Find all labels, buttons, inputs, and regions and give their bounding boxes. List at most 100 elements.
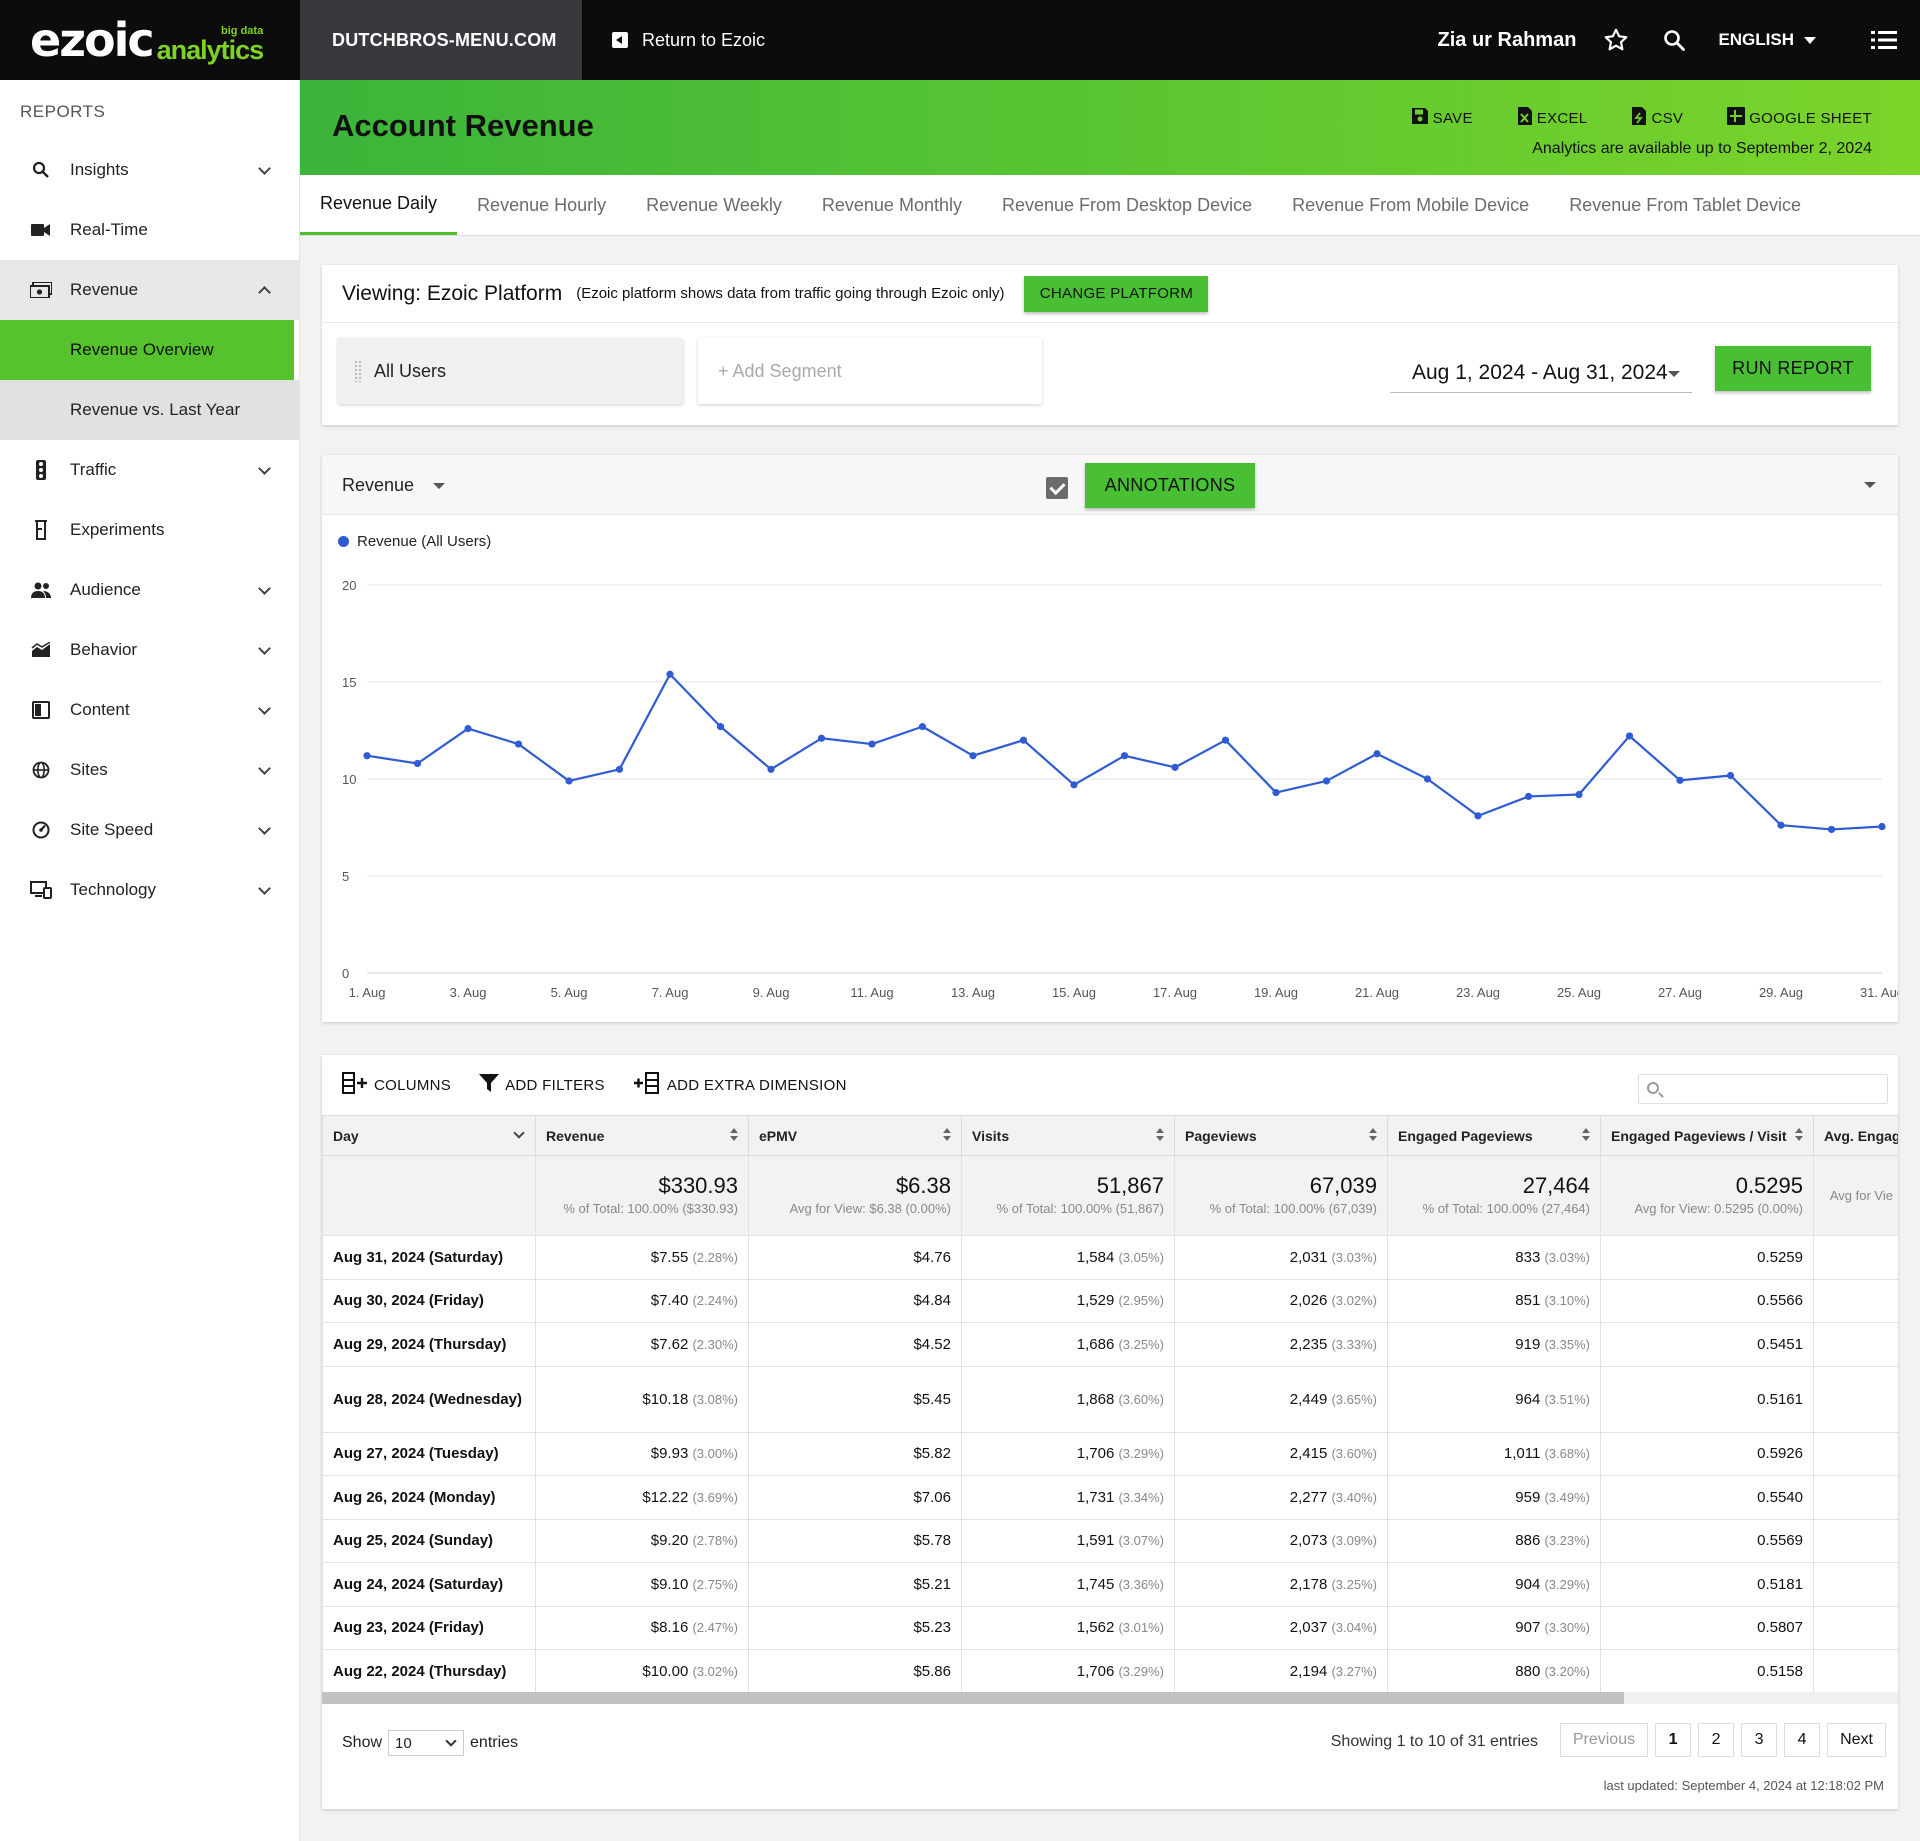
horizontal-scrollbar[interactable] bbox=[322, 1692, 1898, 1704]
tab-revenue-weekly[interactable]: Revenue Weekly bbox=[626, 175, 802, 235]
date-range-picker[interactable]: Aug 1, 2024 - Aug 31, 2024 bbox=[1390, 361, 1692, 393]
pagination-page[interactable]: 2 bbox=[1698, 1723, 1735, 1757]
header-label: Engaged Pageviews bbox=[1398, 1127, 1533, 1144]
sidebar-item-insights[interactable]: Insights bbox=[0, 140, 299, 200]
chart-legend[interactable]: Revenue (All Users) bbox=[338, 533, 491, 550]
cell-avg-engaged bbox=[1813, 1475, 1898, 1520]
column-header-day[interactable]: Day bbox=[322, 1115, 536, 1156]
table-row[interactable]: Aug 31, 2024 (Saturday) $7.55 (2.28%) $4.7… bbox=[322, 1235, 1898, 1280]
cell-visits: 1,706 (3.29%) bbox=[961, 1431, 1175, 1476]
cell-value: 1,591 bbox=[1076, 1532, 1115, 1550]
column-header-engaged-pageviews[interactable]: Engaged Pageviews bbox=[1387, 1115, 1601, 1156]
sidebar-item-site-speed[interactable]: Site Speed bbox=[0, 800, 299, 860]
return-label: Return to Ezoic bbox=[642, 29, 766, 50]
segment-all-users[interactable]: All Users bbox=[338, 338, 683, 404]
column-header-revenue[interactable]: Revenue bbox=[535, 1115, 749, 1156]
cell-pageviews: 2,037 (3.04%) bbox=[1174, 1605, 1388, 1650]
entries-label: entries bbox=[470, 1734, 519, 1751]
sidebar-item-content[interactable]: Content bbox=[0, 680, 299, 740]
caret-down-icon bbox=[1668, 371, 1680, 377]
table-row[interactable]: Aug 30, 2024 (Friday) $7.40 (2.24%) $4.84 1… bbox=[322, 1278, 1898, 1323]
sidebar-item-revenue[interactable]: Revenue bbox=[0, 260, 299, 320]
search-icon[interactable] bbox=[1660, 26, 1688, 54]
add-filters-button[interactable]: ADD FILTERS bbox=[479, 1073, 605, 1097]
cell-percent: (2.24%) bbox=[692, 1293, 738, 1309]
tab-revenue-desktop[interactable]: Revenue From Desktop Device bbox=[982, 175, 1272, 235]
run-report-button[interactable]: RUN REPORT bbox=[1715, 346, 1871, 391]
star-icon[interactable] bbox=[1602, 26, 1630, 54]
totals-cell: 27,464 % of Total: 100.00% (27,464) bbox=[1387, 1155, 1601, 1236]
cell-revenue: $8.16 (2.47%) bbox=[535, 1605, 749, 1650]
column-header-visits[interactable]: Visits bbox=[961, 1115, 1175, 1156]
tab-revenue-mobile[interactable]: Revenue From Mobile Device bbox=[1272, 175, 1549, 235]
pagination-page[interactable]: 3 bbox=[1741, 1723, 1778, 1757]
column-header-avg-engaged[interactable]: Avg. Engage bbox=[1813, 1115, 1898, 1156]
column-header-engaged-per-visit[interactable]: Engaged Pageviews / Visit bbox=[1600, 1115, 1814, 1156]
pagination-previous[interactable]: Previous bbox=[1559, 1723, 1649, 1757]
data-point bbox=[1726, 771, 1735, 780]
save-button[interactable]: SAVE bbox=[1411, 106, 1473, 130]
pagination-page[interactable]: 1 bbox=[1655, 1723, 1692, 1757]
sidebar-subitem-revenue-overview[interactable]: Revenue Overview bbox=[0, 320, 294, 380]
header-label: Revenue bbox=[546, 1127, 605, 1144]
cell-value: $8.16 bbox=[650, 1619, 689, 1637]
sidebar-item-experiments[interactable]: Experiments bbox=[0, 500, 299, 560]
table-row[interactable]: Aug 29, 2024 (Thursday) $7.62 (2.30%) $4.5… bbox=[322, 1322, 1898, 1367]
traffic-light-icon bbox=[30, 459, 52, 481]
cell-percent: (3.23%) bbox=[1544, 1533, 1590, 1549]
cell-epv: 0.5540 bbox=[1600, 1475, 1814, 1520]
list-menu-icon[interactable] bbox=[1870, 26, 1898, 54]
pagination-page[interactable]: 4 bbox=[1784, 1723, 1821, 1757]
pagination-next[interactable]: Next bbox=[1827, 1723, 1886, 1757]
add-extra-dimension-button[interactable]: ADD EXTRA DIMENSION bbox=[633, 1072, 847, 1098]
columns-button[interactable]: COLUMNS bbox=[342, 1072, 451, 1098]
language-selector[interactable]: ENGLISH bbox=[1718, 30, 1816, 50]
sidebar-item-behavior[interactable]: Behavior bbox=[0, 620, 299, 680]
tab-revenue-monthly[interactable]: Revenue Monthly bbox=[802, 175, 982, 235]
cell-pageviews: 2,415 (3.60%) bbox=[1174, 1431, 1388, 1476]
table-row[interactable]: Aug 27, 2024 (Tuesday) $9.93 (3.00%) $5.82… bbox=[322, 1431, 1898, 1476]
table-row[interactable]: Aug 26, 2024 (Monday) $12.22 (3.69%) $7.06… bbox=[322, 1475, 1898, 1520]
column-header-pageviews[interactable]: Pageviews bbox=[1174, 1115, 1388, 1156]
tab-revenue-hourly[interactable]: Revenue Hourly bbox=[457, 175, 626, 235]
return-to-ezoic-link[interactable]: Return to Ezoic bbox=[612, 30, 765, 51]
google-sheet-export-button[interactable]: GOOGLE SHEET bbox=[1727, 106, 1872, 130]
csv-export-button[interactable]: CSV bbox=[1631, 106, 1683, 130]
table-row[interactable]: Aug 22, 2024 (Thursday) $10.00 (3.02%) $5.… bbox=[322, 1649, 1898, 1694]
sidebar-item-technology[interactable]: Technology bbox=[0, 860, 299, 920]
table-row[interactable]: Aug 25, 2024 (Sunday) $9.20 (2.78%) $5.78 1… bbox=[322, 1518, 1898, 1563]
sidebar-item-traffic[interactable]: Traffic bbox=[0, 440, 299, 500]
cell-epmv: $5.78 bbox=[748, 1518, 962, 1563]
y-tick-label: 10 bbox=[342, 772, 356, 787]
cell-percent: (3.05%) bbox=[1118, 1249, 1164, 1265]
chevron-up-icon bbox=[258, 286, 271, 299]
scrollbar-thumb[interactable] bbox=[322, 1692, 1624, 1704]
cell-percent: (3.69%) bbox=[692, 1489, 738, 1505]
cell-engaged: 964 (3.51%) bbox=[1387, 1365, 1601, 1433]
total-value: 67,039 bbox=[1309, 1172, 1377, 1198]
table-search-input[interactable] bbox=[1638, 1074, 1888, 1104]
sidebar-item-real-time[interactable]: Real-Time bbox=[0, 200, 299, 260]
sidebar-subitem-revenue-vs-last-year[interactable]: Revenue vs. Last Year bbox=[0, 380, 299, 440]
sidebar-item-sites[interactable]: Sites bbox=[0, 740, 299, 800]
table-row[interactable]: Aug 24, 2024 (Saturday) $9.10 (2.75%) $5.2… bbox=[322, 1562, 1898, 1607]
cell-epmv: $5.82 bbox=[748, 1431, 962, 1476]
change-platform-button[interactable]: CHANGE PLATFORM bbox=[1024, 275, 1209, 312]
table-row[interactable]: Aug 23, 2024 (Friday) $8.16 (2.47%) $5.23 1… bbox=[322, 1605, 1898, 1650]
tab-revenue-daily[interactable]: Revenue Daily bbox=[300, 175, 458, 235]
sidebar-item-audience[interactable]: Audience bbox=[0, 560, 299, 620]
data-point bbox=[1827, 825, 1836, 834]
page-length-select[interactable]: 10 bbox=[388, 1730, 465, 1756]
site-selector[interactable]: DUTCHBROS-MENU.COM bbox=[300, 0, 582, 80]
table-row[interactable]: Aug 28, 2024 (Wednesday) $10.18 (3.08%) $5… bbox=[322, 1365, 1898, 1433]
cell-percent: (3.09%) bbox=[1331, 1533, 1377, 1549]
column-header-epmv[interactable]: ePMV bbox=[748, 1115, 962, 1156]
cell-percent: (3.08%) bbox=[692, 1391, 738, 1407]
drag-handle-icon[interactable] bbox=[354, 360, 362, 382]
tab-revenue-tablet[interactable]: Revenue From Tablet Device bbox=[1549, 175, 1821, 235]
add-segment-button[interactable]: + Add Segment bbox=[698, 338, 1042, 404]
user-name[interactable]: Zia ur Rahman bbox=[1438, 29, 1577, 52]
cell-percent: (3.01%) bbox=[1118, 1620, 1164, 1636]
excel-export-button[interactable]: EXCEL bbox=[1517, 106, 1588, 130]
ezoic-logo[interactable]: ezoic big data analytics bbox=[0, 0, 300, 80]
